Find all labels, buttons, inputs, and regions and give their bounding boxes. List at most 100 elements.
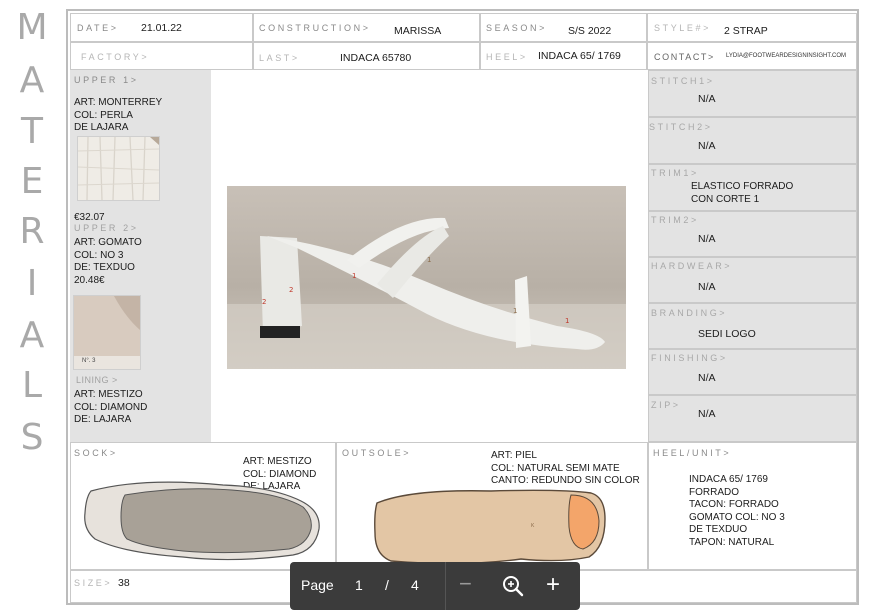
factory-label: FACTORY> (81, 52, 150, 62)
branding-cell: BRANDING> SEDI LOGO (648, 303, 857, 349)
season-value: S/S 2022 (568, 25, 612, 37)
upper1-line: DE LAJARA (74, 122, 129, 133)
branding-label: BRANDING> (651, 308, 728, 318)
contact-cell: CONTACT> LYDIA@FOOTWEARDESIGNINSIGHT.COM (647, 42, 857, 70)
construction-value: MARISSA (394, 25, 442, 37)
page-separator: / (385, 577, 389, 593)
hardwear-value: N/A (698, 281, 716, 293)
trim1-line: ELASTICO FORRADO (691, 181, 794, 192)
factory-cell: FACTORY> (70, 42, 253, 70)
stitch1-value: N/A (698, 93, 716, 105)
trim2-value: N/A (698, 233, 716, 245)
photo-marker: 1 (427, 256, 431, 264)
style-value: 2 STRAP (724, 25, 768, 37)
side-title-letter: A (19, 315, 45, 356)
contact-value[interactable]: LYDIA@FOOTWEARDESIGNINSIGHT.COM (726, 53, 846, 59)
date-label: DATE> (77, 23, 119, 33)
heelunit-line: DE TEXDUO (689, 524, 748, 535)
photo-marker: 1 (565, 317, 569, 325)
finishing-value: N/A (698, 372, 716, 384)
outsole-mark: K (531, 523, 535, 529)
stitch2-cell: STITCH2> N/A (648, 117, 857, 164)
finishing-cell: FINISHING> N/A (648, 349, 857, 395)
upper2-swatch-tag: N°. 3 (82, 358, 96, 364)
upper1-line: COL: PERLA (74, 109, 133, 121)
side-title-letter: A (19, 60, 45, 101)
left-materials-panel: UPPER 1> ART: MONTERREY COL: PERLA DE LA… (70, 70, 211, 442)
zoom-out-button[interactable]: − (459, 571, 472, 597)
sock-drawing (84, 481, 320, 561)
heel-value: INDACA 65/ 1769 (538, 50, 621, 62)
trim1-cell: TRIM1> ELASTICO FORRADO CON CORTE 1 (648, 164, 857, 211)
side-title-letter: R (19, 211, 45, 252)
heelunit-line: TAPON: NATURAL (689, 536, 775, 548)
last-value: INDACA 65780 (340, 52, 412, 64)
stitch2-value: N/A (698, 140, 716, 152)
lining-details: ART: MESTIZO COL: DIAMOND DE: LAJARA (74, 389, 147, 427)
heel-cell: HEEL> INDACA 65/ 1769 (480, 42, 647, 70)
outsole-label: OUTSOLE> (342, 448, 412, 458)
zip-value: N/A (698, 408, 716, 420)
upper2-line: 20.48€ (74, 274, 105, 286)
upper2-details: ART: GOMATO COL: NO 3 DE: TEXDUO 20.48€ (74, 237, 142, 287)
upper2-line: COL: NO 3 (74, 249, 124, 261)
style-label: STYLE#> (654, 23, 711, 33)
date-value: 21.01.22 (141, 22, 182, 34)
side-title-letter: S (20, 417, 44, 458)
page-total: 4 (411, 577, 419, 593)
heelunit-label: HEEL/UNIT> (653, 448, 732, 458)
lining-line: COL: DIAMOND (74, 401, 148, 413)
outsole-details: ART: PIEL COL: NATURAL SEMI MATE CANTO: … (491, 450, 640, 488)
heel-label: HEEL> (486, 52, 528, 62)
trim1-label: TRIM1> (651, 168, 699, 178)
heelunit-line: TACON: FORRADO (689, 499, 779, 510)
stitch1-label: STITCH1> (651, 76, 715, 86)
contact-label: CONTACT> (654, 52, 715, 62)
style-cell: STYLE#> 2 STRAP (647, 13, 857, 42)
trim1-line: CON CORTE 1 (691, 193, 760, 205)
upper2-line: DE: TEXDUO (74, 262, 135, 273)
trim2-label: TRIM2> (651, 215, 699, 225)
lining-line: ART: MESTIZO (74, 389, 143, 400)
outsole-drawing (374, 489, 606, 565)
photo-marker: 2 (262, 298, 266, 306)
zoom-icon[interactable] (502, 575, 524, 597)
lining-label: LINING > (76, 375, 118, 385)
sock-line: ART: MESTIZO (243, 456, 312, 467)
construction-label: CONSTRUCTION> (259, 23, 371, 33)
upper1-line: ART: MONTERREY (74, 97, 163, 108)
side-title-letter: M (16, 7, 48, 48)
heelunit-line: INDACA 65/ 1769 (689, 474, 768, 485)
hardwear-label: HARDWEAR> (651, 261, 733, 271)
zip-cell: ZIP> N/A (648, 395, 857, 442)
side-title-letter: I (26, 263, 38, 304)
upper1-label: UPPER 1> (74, 75, 139, 85)
last-cell: LAST> INDACA 65780 (253, 42, 480, 70)
photo-marker: 2 (289, 286, 293, 294)
pdf-toolbar: Page 1 / 4 − + (290, 562, 580, 610)
finishing-label: FINISHING> (651, 353, 728, 363)
photo-marker: 1 (513, 307, 517, 315)
photo-marker: 1 (352, 272, 356, 280)
season-cell: SEASON> S/S 2022 (480, 13, 647, 42)
upper2-line: ART: GOMATO (74, 237, 142, 248)
upper2-label: UPPER 2> (74, 223, 139, 233)
heel-unit-cell: HEEL/UNIT> INDACA 65/ 1769 FORRADO TACON… (648, 442, 857, 570)
upper2-swatch: N°. 3 (73, 295, 141, 370)
construction-cell: CONSTRUCTION> MARISSA (253, 13, 480, 42)
lining-line: DE: LAJARA (74, 414, 132, 425)
side-title-letter: E (20, 161, 44, 202)
season-label: SEASON> (486, 23, 547, 33)
last-label: LAST> (259, 53, 300, 63)
page-number-input[interactable]: 1 (355, 577, 363, 593)
outsole-cell: OUTSOLE> ART: PIEL COL: NATURAL SEMI MAT… (336, 442, 648, 570)
stitch2-label: STITCH2> (649, 122, 713, 132)
product-photo: 1 1 2 2 1 1 (227, 186, 626, 369)
side-title-letter: T (21, 111, 43, 152)
zoom-in-button[interactable]: + (546, 571, 560, 599)
outsole-line: COL: NATURAL SEMI MATE (491, 462, 620, 474)
upper1-swatch (77, 136, 160, 201)
sock-label: SOCK> (74, 448, 118, 458)
right-materials-panel: STITCH1> N/A STITCH2> N/A TRIM1> ELASTIC… (648, 70, 857, 442)
heelunit-line: GOMATO COL: NO 3 (689, 511, 785, 523)
